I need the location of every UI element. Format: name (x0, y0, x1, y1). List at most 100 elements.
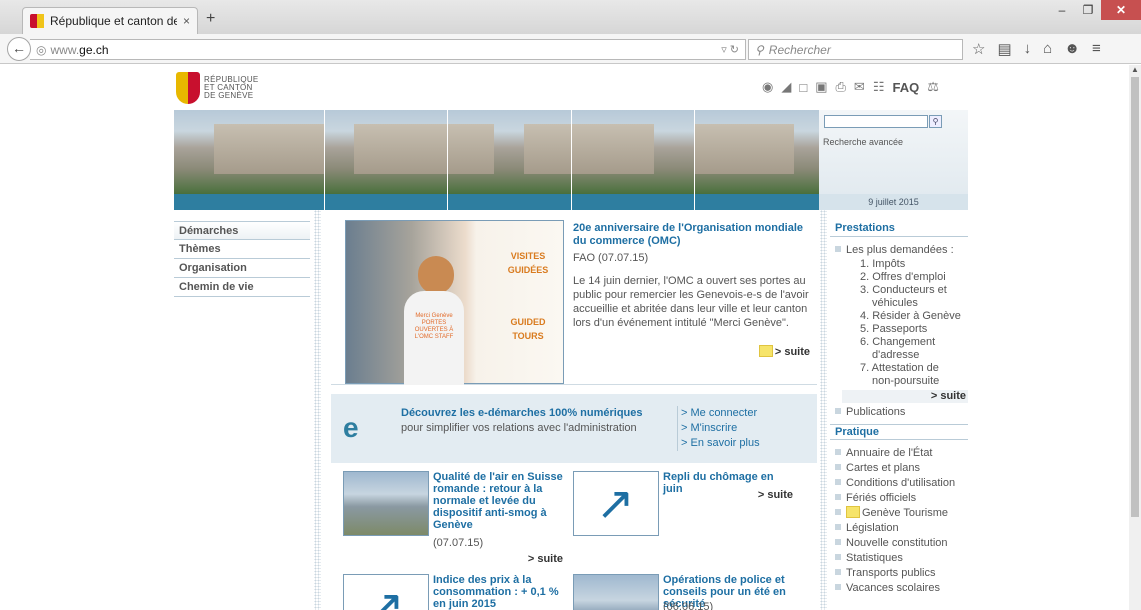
nav-item-chemin-de-vie[interactable]: Chemin de vie (174, 278, 310, 297)
list-item[interactable]: 3. Conducteurs et (830, 284, 968, 297)
list-item[interactable]: Fériés officiels (830, 491, 968, 506)
globe-icon: ◎ (36, 42, 47, 57)
register-link[interactable]: > M'inscrire (681, 421, 760, 436)
text-small-icon[interactable]: □ (799, 80, 807, 95)
toolbar-icons: ☆ ▤ ↓ ⌂ ☻ ≡ (972, 40, 1101, 58)
scrollbar[interactable]: ▲ (1129, 65, 1141, 610)
sitemap-icon[interactable]: ☷ (873, 79, 885, 95)
walker-icon (846, 506, 860, 518)
back-button[interactable]: ← (7, 37, 31, 61)
e-logo-icon: e (343, 412, 359, 443)
right-column: Prestations Les plus demandées : 1. Impô… (830, 221, 968, 596)
list-item[interactable]: Publications (830, 405, 968, 420)
chat-icon[interactable]: ☻ (1064, 40, 1080, 58)
search-placeholder: Rechercher (768, 42, 831, 57)
scroll-up-icon[interactable]: ▲ (1129, 65, 1141, 74)
minimize-button[interactable]: – (1049, 0, 1075, 20)
edemarches-title[interactable]: Découvrez les e-démarches 100% numérique… (401, 407, 643, 419)
news-title[interactable]: Qualité de l'air en Suisse romande : ret… (433, 471, 563, 531)
print-icon[interactable]: ⎙ (836, 79, 846, 95)
site-logo[interactable]: RÉPUBLIQUE ET CANTON DE GENÈVE (176, 72, 259, 104)
browser-search-input[interactable]: ⚲ Rechercher (748, 39, 963, 60)
logo-text: RÉPUBLIQUE ET CANTON DE GENÈVE (204, 75, 259, 100)
nav-item-demarches[interactable]: Démarches (174, 221, 310, 240)
text-large-icon[interactable]: ▣ (815, 79, 827, 95)
url-text: www.ge.ch (50, 42, 109, 57)
accessibility-icon[interactable]: ⚖ (927, 79, 939, 95)
scrollbar-thumb[interactable] (1131, 77, 1139, 517)
list-item[interactable]: 4. Résider à Genève (830, 310, 968, 323)
news-title[interactable]: Indice des prix à la consommation : + 0,… (433, 574, 563, 610)
list-item[interactable]: 7. Attestation de (830, 362, 968, 375)
site-search-input[interactable] (824, 115, 928, 128)
list-item[interactable]: non-poursuite (830, 375, 968, 388)
news-thumbnail[interactable] (573, 471, 659, 536)
list-item[interactable]: d'adresse (830, 349, 968, 362)
news-more-link[interactable]: > suite (758, 489, 793, 501)
dotted-divider (820, 210, 827, 610)
close-window-button[interactable]: ✕ (1101, 0, 1141, 20)
list-item[interactable]: Genève Tourisme (830, 506, 968, 521)
eye-icon[interactable]: ◉ (762, 79, 773, 95)
list-item[interactable]: 1. Impôts (830, 258, 968, 271)
menu-icon[interactable]: ≡ (1092, 40, 1101, 58)
search-icon: ⚲ (755, 42, 764, 57)
prestations-heading: Prestations (830, 221, 968, 237)
advanced-search-link[interactable]: Recherche avancée (823, 137, 903, 147)
site-search: ⚲ Recherche avancée 9 juillet 2015 (819, 110, 968, 210)
feature-meta: FAO (07.07.15) (573, 252, 649, 264)
coat-of-arms-icon (176, 72, 200, 104)
login-link[interactable]: > Me connecter (681, 406, 760, 421)
feature-more-link[interactable]: > suite (758, 345, 810, 358)
edemarches-banner: e Découvrez les e-démarches 100% numériq… (331, 394, 817, 463)
news-date: (07.07.15) (433, 537, 484, 549)
dotted-divider (314, 210, 321, 610)
list-item[interactable]: Statistiques (830, 551, 968, 566)
news-thumbnail[interactable] (343, 471, 429, 536)
list-item[interactable]: Annuaire de l'État (830, 446, 968, 461)
list-item[interactable]: Législation (830, 521, 968, 536)
list-item[interactable]: 5. Passeports (830, 323, 968, 336)
home-icon[interactable]: ⌂ (1043, 40, 1052, 58)
bookmark-star-icon[interactable]: ☆ (972, 40, 985, 58)
maximize-button[interactable]: ❐ (1075, 0, 1101, 20)
mail-icon[interactable]: ✉ (854, 79, 865, 95)
page-content: RÉPUBLIQUE ET CANTON DE GENÈVE ◉ ◢ □ ▣ ⎙… (0, 65, 1129, 610)
contrast-icon[interactable]: ◢ (781, 79, 791, 95)
tab-close-button[interactable]: × (183, 14, 190, 28)
prestations-more-link[interactable]: > suite (842, 390, 968, 403)
new-tab-button[interactable]: + (206, 10, 215, 28)
nav-item-themes[interactable]: Thèmes (174, 240, 310, 259)
feature-image[interactable]: Merci Genève PORTES OUVERTES À L'OMC STA… (345, 220, 564, 385)
utility-icons: ◉ ◢ □ ▣ ⎙ ✉ ☷ FAQ ⚖ (762, 79, 939, 95)
edemarches-links: > Me connecter > M'inscrire > En savoir … (677, 406, 760, 451)
learn-more-link[interactable]: > En savoir plus (681, 436, 760, 451)
news-more-link[interactable]: > suite (528, 553, 563, 565)
list-item[interactable]: Vacances scolaires (830, 581, 968, 596)
banner-strip (174, 194, 819, 210)
url-bar[interactable]: ◎ www.ge.ch ▿ ↻ (30, 39, 746, 60)
list-item[interactable]: Conditions d'utilisation (830, 476, 968, 491)
window-controls: – ❐ ✕ (1049, 0, 1141, 22)
news-item: Opérations de police et conseils pour un… (561, 574, 801, 610)
reload-icon[interactable]: ▿ ↻ (721, 43, 739, 56)
feature-title[interactable]: 20e anniversaire de l'Organisation mondi… (573, 222, 818, 248)
download-icon[interactable]: ↓ (1024, 40, 1032, 58)
list-item[interactable]: véhicules (830, 297, 968, 310)
news-thumbnail[interactable] (343, 574, 429, 610)
list-item[interactable]: 2. Offres d'emploi (830, 271, 968, 284)
walker-icon (758, 345, 773, 357)
left-navigation: Démarches Thèmes Organisation Chemin de … (174, 221, 310, 297)
search-submit-icon[interactable]: ⚲ (929, 115, 942, 128)
news-thumbnail[interactable] (573, 574, 659, 610)
faq-link[interactable]: FAQ (892, 80, 919, 95)
news-date: (06.06.15) (663, 601, 714, 610)
list-item[interactable]: Les plus demandées : (830, 243, 968, 258)
list-item[interactable]: Transports publics (830, 566, 968, 581)
list-item[interactable]: Nouvelle constitution (830, 536, 968, 551)
list-item[interactable]: 6. Changement (830, 336, 968, 349)
list-item[interactable]: Cartes et plans (830, 461, 968, 476)
nav-item-organisation[interactable]: Organisation (174, 259, 310, 278)
browser-tab[interactable]: République et canton de G... × (22, 7, 198, 34)
reading-list-icon[interactable]: ▤ (997, 40, 1011, 58)
